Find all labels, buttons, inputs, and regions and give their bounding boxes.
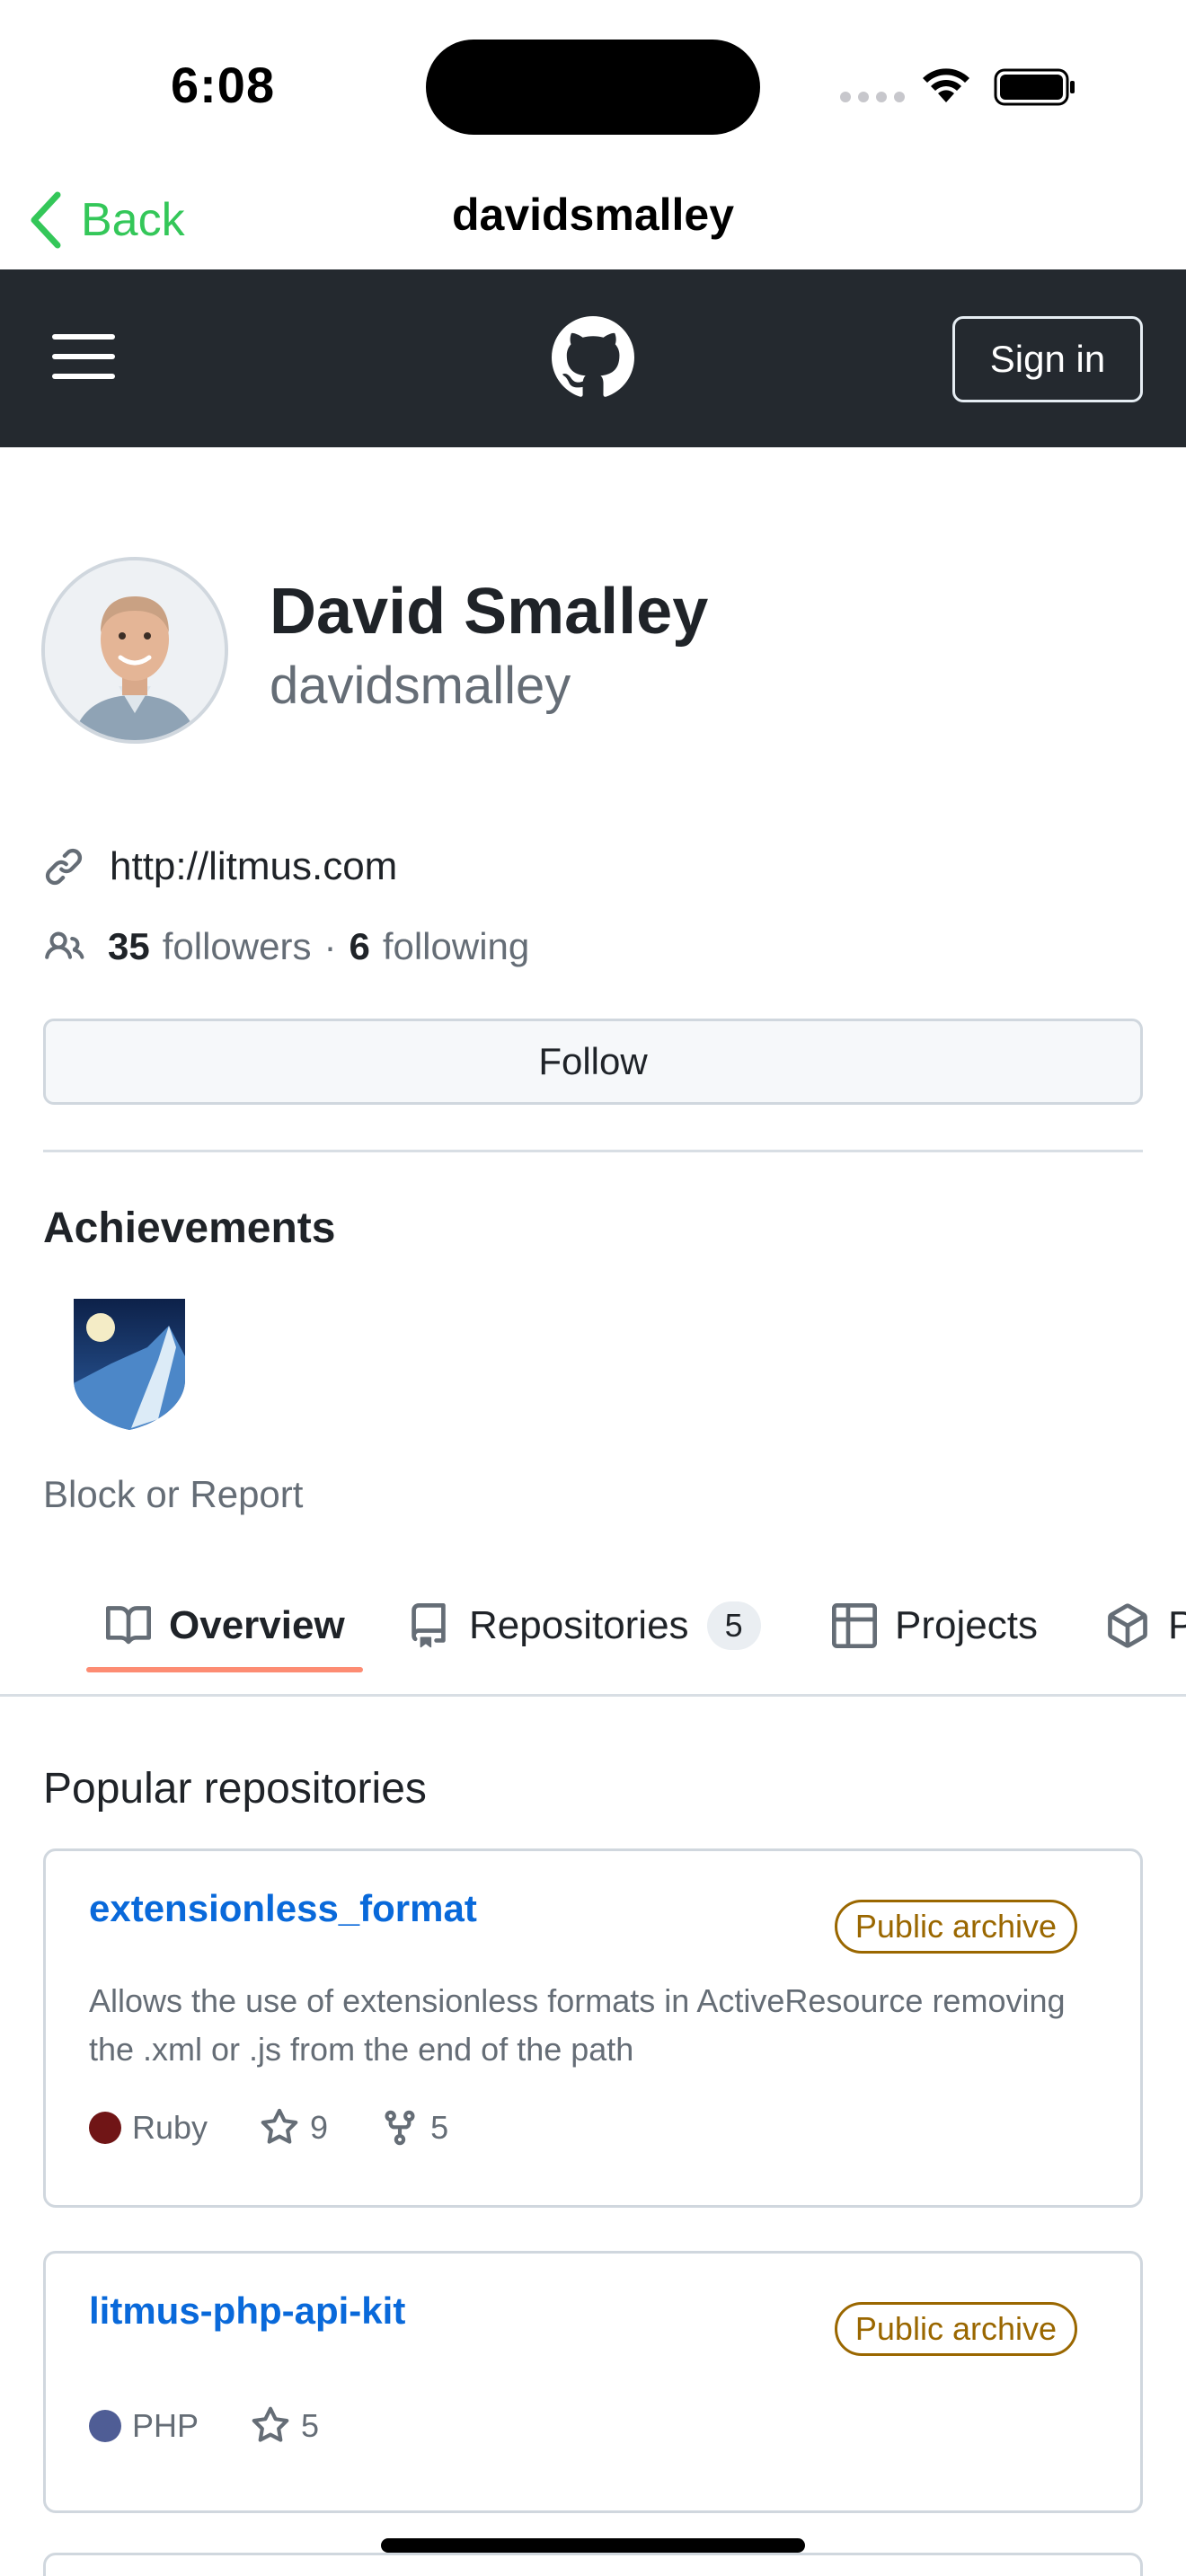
profile-login: davidsmalley (270, 657, 571, 715)
status-bar: 6:08 (0, 0, 1186, 171)
github-mark-icon[interactable] (552, 316, 634, 399)
followers-row: 35 followers · 6 following (43, 925, 529, 968)
star-icon (261, 2108, 298, 2144)
stars-count: 9 (310, 2109, 329, 2146)
package-icon (1108, 1603, 1147, 1648)
repo-card: litmus-php-api-kit Public archive PHP 5 (43, 2251, 1143, 2513)
stars-count: 5 (301, 2407, 320, 2444)
repo-description: Allows the use of extensionless formats … (89, 1982, 1066, 2068)
table-icon (832, 1603, 877, 1648)
profile-name: David Smalley (270, 576, 709, 648)
achievements-title: Achievements (43, 1204, 336, 1252)
people-icon (45, 931, 84, 959)
followers-count[interactable]: 35 (108, 925, 150, 968)
hamburger-icon[interactable] (52, 334, 115, 384)
avatar[interactable] (41, 557, 228, 744)
tab-packages-label: P (1168, 1603, 1186, 1647)
navigation-bar: Back davidsmalley (0, 171, 1186, 269)
section-divider (43, 1150, 1143, 1152)
cellular-signal-icon (840, 92, 905, 102)
wifi-icon (923, 68, 969, 102)
website-link[interactable]: http://litmus.com (110, 844, 397, 889)
repo-icon (412, 1603, 446, 1648)
repo-name-link[interactable]: extensionless_format (89, 1887, 477, 1930)
follow-button[interactable]: Follow (43, 1019, 1143, 1105)
website-row: http://litmus.com (43, 844, 397, 889)
tab-overview-label: Overview (169, 1603, 345, 1647)
tab-repositories[interactable]: Repositories 5 (406, 1581, 761, 1671)
language-color-dot (89, 2410, 121, 2442)
block-or-report-link[interactable]: Block or Report (43, 1473, 303, 1516)
separator-dot: · (323, 925, 337, 967)
repo-stars-link[interactable]: 9 (260, 2108, 328, 2148)
repo-forks-link[interactable]: 5 (380, 2108, 448, 2148)
repo-name-link[interactable]: litmus-php-api-kit (89, 2289, 405, 2333)
avatar-portrait-icon (45, 560, 225, 740)
following-count[interactable]: 6 (349, 925, 369, 968)
battery-icon (994, 68, 1075, 106)
tabs-divider (0, 1694, 1186, 1697)
repo-language: PHP (89, 2407, 199, 2445)
forks-count: 5 (430, 2109, 449, 2146)
repo-language: Ruby (89, 2109, 208, 2147)
repo-card: extensionless_format Public archive Allo… (43, 1848, 1143, 2208)
repositories-count: 5 (706, 1601, 761, 1650)
repo-card-partial (43, 2553, 1143, 2576)
public-archive-badge: Public archive (834, 1900, 1077, 1954)
tab-packages[interactable]: P (1105, 1581, 1186, 1671)
status-time: 6:08 (171, 57, 276, 113)
sign-in-button[interactable]: Sign in (952, 316, 1143, 402)
repo-stars-link[interactable]: 5 (251, 2406, 319, 2446)
home-indicator (381, 2538, 805, 2553)
popular-repositories-title: Popular repositories (43, 1765, 427, 1813)
link-icon (45, 848, 83, 886)
public-archive-badge: Public archive (834, 2302, 1077, 2356)
github-header: Sign in (0, 269, 1186, 447)
fork-icon (385, 2110, 415, 2146)
nav-title: davidsmalley (451, 190, 735, 240)
star-icon (252, 2406, 289, 2442)
profile-tabs: Overview Repositories 5 Projects P (0, 1563, 1186, 1698)
language-label: Ruby (132, 2109, 208, 2146)
tab-overview[interactable]: Overview (106, 1581, 345, 1671)
tab-selected-indicator (86, 1667, 363, 1672)
repo-meta: PHP 5 (89, 2406, 371, 2446)
repo-meta: Ruby 9 5 (89, 2108, 500, 2148)
book-icon (106, 1606, 151, 1645)
achievement-badge-icon[interactable] (68, 1293, 190, 1434)
tab-projects[interactable]: Projects (832, 1581, 1038, 1671)
tab-projects-label: Projects (895, 1603, 1038, 1647)
following-label[interactable]: following (383, 925, 529, 968)
dynamic-island (426, 40, 760, 135)
followers-label[interactable]: followers (163, 925, 312, 968)
language-color-dot (89, 2112, 121, 2144)
language-label: PHP (132, 2407, 199, 2444)
tab-repositories-label: Repositories (469, 1603, 689, 1647)
